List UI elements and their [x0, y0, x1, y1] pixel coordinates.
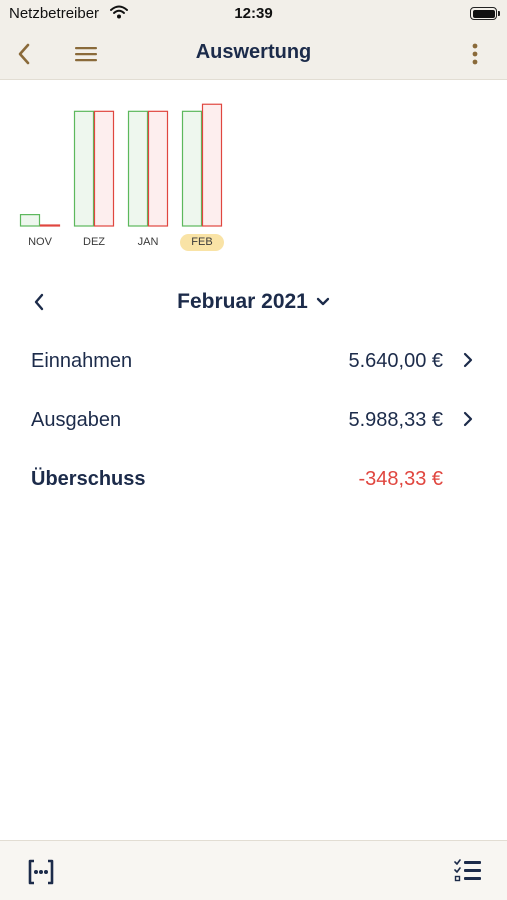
income-label: Einnahmen — [31, 350, 133, 372]
monthly-bar-chart: NOV DEZ JAN FEB — [0, 80, 507, 260]
month-selector: Februar 2021 — [0, 282, 507, 322]
income-bar-nov[interactable] — [19, 214, 41, 227]
income-row[interactable]: Einnahmen 5.640,00 € — [0, 338, 507, 382]
surplus-value: -348,33 € — [358, 468, 443, 490]
navigation-bar: Auswertung — [0, 28, 507, 80]
status-bar: Netzbetreiber 12:39 — [0, 0, 507, 28]
status-time: 12:39 — [234, 5, 273, 22]
month-tick-dez[interactable]: DEZ — [72, 234, 116, 251]
chevron-right-icon — [461, 352, 475, 368]
page-title: Auswertung — [195, 41, 312, 63]
surplus-label: Überschuss — [31, 468, 146, 490]
month-tick-nov[interactable]: NOV — [18, 234, 62, 251]
expenses-value: 5.988,33 € — [348, 409, 443, 431]
income-value: 5.640,00 € — [348, 350, 443, 372]
surplus-row: Überschuss -348,33 € — [0, 456, 507, 500]
battery-icon — [470, 7, 500, 20]
expense-bar-jan[interactable] — [147, 110, 169, 227]
expense-bar-dez[interactable] — [93, 110, 115, 227]
expenses-label: Ausgaben — [31, 409, 122, 431]
expense-bar-nov[interactable] — [39, 224, 61, 227]
income-bar-jan[interactable] — [127, 110, 149, 227]
chevron-right-icon — [461, 411, 475, 427]
scan-button[interactable] — [24, 855, 58, 889]
month-tick-feb[interactable]: FEB — [180, 234, 224, 251]
more-vertical-icon — [472, 43, 478, 65]
expense-bar-feb[interactable] — [201, 103, 223, 227]
income-bar-dez[interactable] — [73, 110, 95, 227]
month-tick-jan[interactable]: JAN — [126, 234, 170, 251]
more-button[interactable] — [465, 36, 485, 72]
chevron-down-icon — [316, 297, 330, 306]
income-bar-feb[interactable] — [181, 110, 203, 227]
checklist-button[interactable] — [451, 855, 485, 889]
checklist-icon — [454, 859, 481, 882]
bracket-dots-icon — [28, 859, 54, 885]
month-label: Februar 2021 — [177, 290, 308, 313]
month-dropdown[interactable]: Februar 2021 — [0, 290, 507, 314]
expenses-row[interactable]: Ausgaben 5.988,33 € — [0, 397, 507, 441]
chart-canvas — [19, 103, 223, 227]
bottom-toolbar — [0, 840, 507, 900]
